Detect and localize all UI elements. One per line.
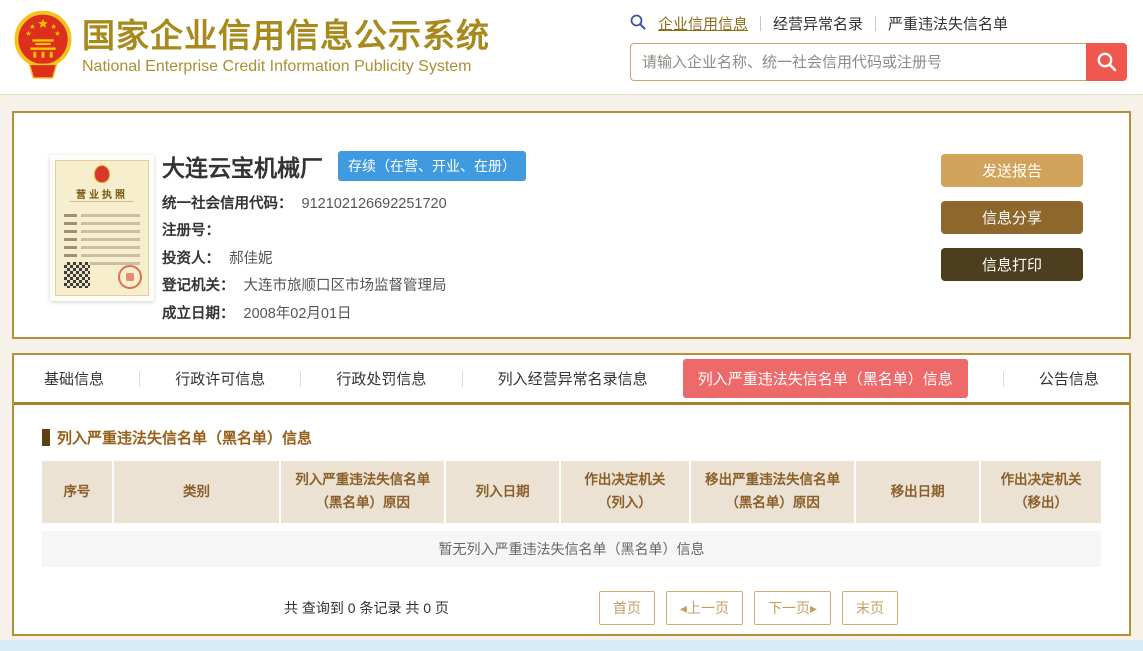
license-line <box>64 230 140 233</box>
column-header-removal-authority: 作出决定机关（移出） <box>979 461 1101 523</box>
column-header-removal-reason: 移出严重违法失信名单（黑名单）原因 <box>689 461 855 523</box>
license-line <box>64 214 140 217</box>
search-row <box>630 43 1127 81</box>
company-summary-card: 营业执照 大连云宝机械厂 存续（在营、开业、在册） 统一社会信用代码： 9121… <box>12 111 1131 339</box>
license-qr-code <box>64 262 90 288</box>
section-title: 列入严重违法失信名单（黑名单）信息 <box>57 430 313 447</box>
field-label: 注册号： <box>162 223 220 240</box>
tab-separator <box>1002 370 1004 387</box>
main-content: 营业执照 大连云宝机械厂 存续（在营、开业、在册） 统一社会信用代码： 9121… <box>0 111 1143 636</box>
license-title: 营业执照 <box>76 190 128 201</box>
table-header-row: 序号 类别 列入严重违法失信名单（黑名单）原因 列入日期 作出决定机关（列入） … <box>42 461 1101 523</box>
column-header-listing-date: 列入日期 <box>444 461 559 523</box>
first-page-button[interactable]: 首页 <box>598 591 655 625</box>
nav-separator <box>875 16 877 31</box>
nav-link-enterprise-credit[interactable]: 企业信用信息 <box>658 13 748 34</box>
field-investor: 投资人： 郝佳妮 <box>162 251 526 268</box>
tab-administrative-penalty[interactable]: 行政处罚信息 <box>336 368 426 389</box>
license-line <box>64 246 140 249</box>
field-registration-number: 注册号： <box>162 223 526 240</box>
column-header-serial: 序号 <box>42 461 112 523</box>
tab-abnormal-operations-list[interactable]: 列入经营异常名录信息 <box>498 368 648 389</box>
table-empty-message: 暂无列入严重违法失信名单（黑名单）信息 <box>42 531 1101 567</box>
search-category-nav: 企业信用信息 经营异常名录 严重违法失信名单 <box>630 13 1127 34</box>
share-info-button[interactable]: 信息分享 <box>941 201 1083 234</box>
license-text-lines <box>64 209 140 265</box>
field-label: 统一社会信用代码： <box>162 196 293 212</box>
column-header-category: 类别 <box>111 461 280 523</box>
tab-administrative-licensing[interactable]: 行政许可信息 <box>175 368 265 389</box>
tab-serious-violations-blacklist[interactable]: 列入严重违法失信名单（黑名单）信息 <box>682 359 968 398</box>
tab-separator <box>461 370 463 387</box>
search-input[interactable] <box>630 43 1086 81</box>
company-name-row: 大连云宝机械厂 存续（在营、开业、在册） <box>162 149 526 183</box>
field-credit-code: 统一社会信用代码： 912102126692251720 <box>162 196 526 213</box>
section-title-marker <box>42 429 50 446</box>
status-badge: 存续（在营、开业、在册） <box>338 151 526 181</box>
field-value: 2008年02月01日 <box>243 305 352 322</box>
tab-separator <box>139 370 141 387</box>
site-subtitle: National Enterprise Credit Information P… <box>82 57 472 75</box>
next-page-button[interactable]: 下一页▸ <box>753 591 831 625</box>
field-value: 郝佳妮 <box>229 250 273 267</box>
previous-page-button[interactable]: ◂上一页 <box>665 591 743 625</box>
site-title: 国家企业信用信息公示系统 <box>82 17 490 55</box>
license-line <box>64 222 140 225</box>
field-establishment-date: 成立日期： 2008年02月01日 <box>162 306 526 323</box>
search-category-icon <box>630 14 646 34</box>
field-value: 912102126692251720 <box>301 196 447 212</box>
pagination: 共 查询到 0 条记录 共 0 页 首页 ◂上一页 下一页▸ 末页 <box>42 591 1101 625</box>
send-report-button[interactable]: 发送报告 <box>941 154 1083 187</box>
print-info-button[interactable]: 信息打印 <box>941 248 1083 281</box>
tab-announcements[interactable]: 公告信息 <box>1039 368 1099 389</box>
detail-tabs-card: 基础信息 行政许可信息 行政处罚信息 列入经营异常名录信息 列入严重违法失信名单… <box>12 353 1131 636</box>
business-license-thumbnail: 营业执照 <box>50 155 154 301</box>
tab-basic-info[interactable]: 基础信息 <box>44 368 104 389</box>
business-license-image: 营业执照 <box>55 160 149 296</box>
header-search-area: 企业信用信息 经营异常名录 严重违法失信名单 <box>630 13 1127 81</box>
field-registration-authority: 登记机关： 大连市旅顺口区市场监督管理局 <box>162 278 526 295</box>
license-emblem-icon <box>94 165 110 183</box>
pagination-buttons: 首页 ◂上一页 下一页▸ 末页 <box>598 591 898 625</box>
field-label: 成立日期： <box>162 305 235 322</box>
license-line <box>64 238 140 241</box>
field-label: 登记机关： <box>162 278 235 295</box>
column-header-removal-date: 移出日期 <box>854 461 980 523</box>
site-header: 国家企业信用信息公示系统 National Enterprise Credit … <box>0 0 1143 95</box>
company-name: 大连云宝机械厂 <box>162 155 323 181</box>
tab-bar: 基础信息 行政许可信息 行政处罚信息 列入经营异常名录信息 列入严重违法失信名单… <box>14 355 1129 405</box>
section-title-row: 列入严重违法失信名单（黑名单）信息 <box>42 427 1101 448</box>
tab-content: 列入严重违法失信名单（黑名单）信息 序号 类别 列入严重违法失信名单（黑名单）原… <box>14 405 1129 625</box>
site-titles: 国家企业信用信息公示系统 National Enterprise Credit … <box>82 18 490 75</box>
field-value: 大连市旅顺口区市场监督管理局 <box>243 278 447 295</box>
page: 国家企业信用信息公示系统 National Enterprise Credit … <box>0 0 1143 651</box>
license-divider <box>70 201 134 202</box>
search-button[interactable] <box>1086 43 1127 81</box>
company-actions: 发送报告 信息分享 信息打印 <box>941 154 1083 281</box>
nav-link-abnormal-operations[interactable]: 经营异常名录 <box>773 13 863 34</box>
company-fields: 统一社会信用代码： 912102126692251720 注册号： 投资人： 郝… <box>162 196 526 323</box>
footer-strip <box>0 640 1143 651</box>
national-emblem-logo <box>14 10 72 84</box>
tab-separator <box>300 370 302 387</box>
nav-link-serious-violations[interactable]: 严重违法失信名单 <box>888 13 1008 34</box>
column-header-listing-authority: 作出决定机关（列入） <box>558 461 690 523</box>
field-label: 投资人： <box>162 250 220 267</box>
license-line <box>64 254 140 257</box>
last-page-button[interactable]: 末页 <box>841 591 898 625</box>
company-info: 大连云宝机械厂 存续（在营、开业、在册） 统一社会信用代码： 912102126… <box>162 149 526 323</box>
column-header-listing-reason: 列入严重违法失信名单（黑名单）原因 <box>279 461 445 523</box>
nav-separator <box>760 16 762 31</box>
records-summary: 共 查询到 0 条记录 共 0 页 <box>284 600 449 616</box>
license-red-seal <box>118 265 142 289</box>
